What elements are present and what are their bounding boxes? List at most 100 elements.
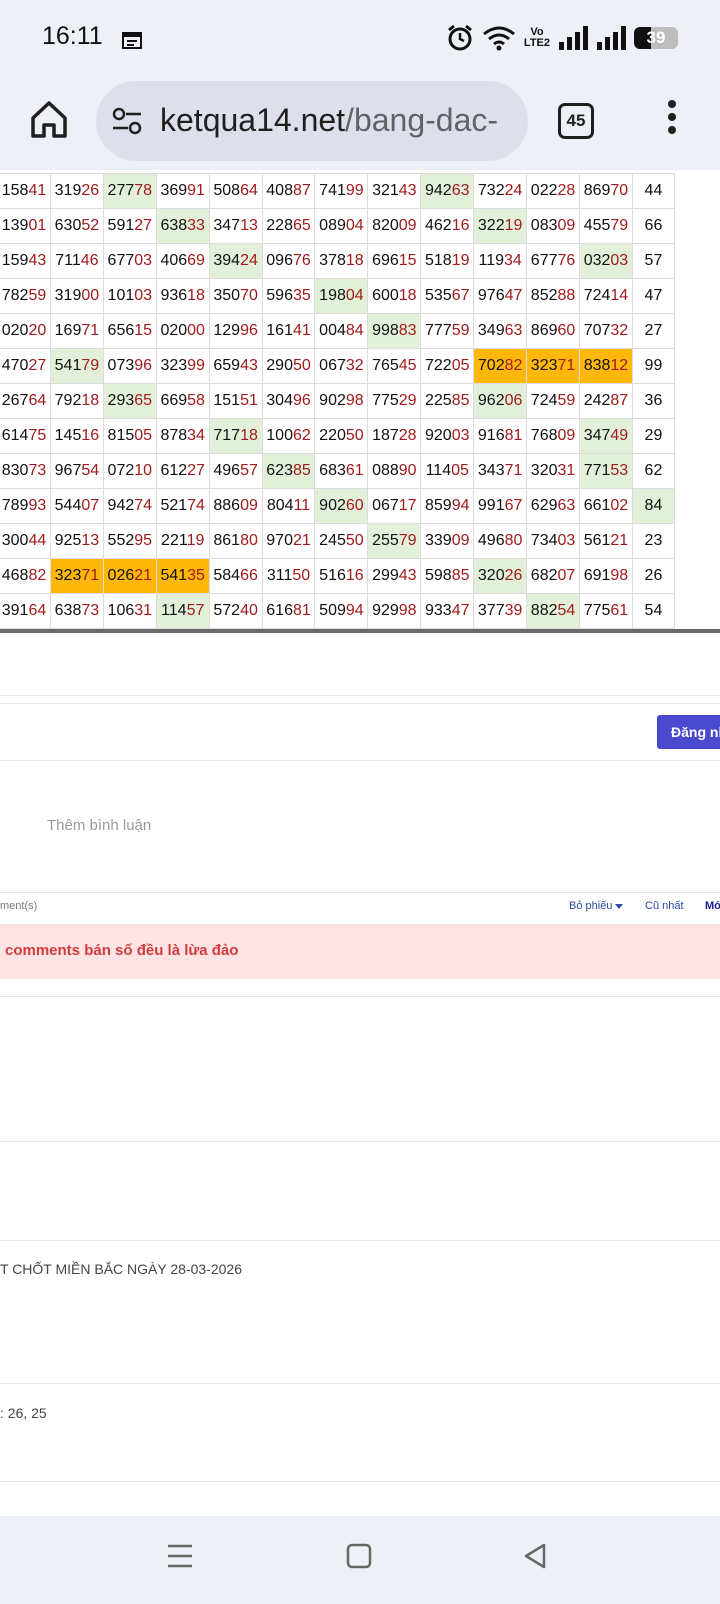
wifi-icon	[482, 26, 515, 51]
more-menu-icon[interactable]	[662, 100, 682, 140]
divider	[0, 1141, 720, 1142]
table-cell: 91681	[473, 418, 528, 454]
table-row: 1002020169716561502000129961614100484998…	[0, 313, 676, 349]
table-cell: 53567	[420, 278, 475, 314]
table-cell: 65615	[102, 313, 157, 349]
table-cell: 92998	[367, 593, 422, 629]
table-cell: 34371	[473, 453, 528, 489]
sort-newest-link[interactable]: Mớ	[705, 900, 720, 912]
table-cell: 03203	[579, 243, 633, 279]
table-cell: 37739	[473, 593, 528, 629]
table-cell: 70732	[579, 313, 633, 349]
table-cell: 86180	[208, 523, 263, 559]
table-cell: 58466	[208, 558, 263, 594]
divider	[0, 695, 720, 696]
table-cell: 72459	[526, 383, 580, 419]
table-cell: 50864	[208, 173, 263, 209]
table-cell: 36	[631, 383, 676, 419]
signal-icon-sim1	[559, 26, 588, 50]
table-cell: 67703	[102, 243, 157, 279]
table-cell: 68207	[526, 558, 580, 594]
table-cell: 50994	[314, 593, 369, 629]
table-cell: 87834	[155, 418, 210, 454]
login-button[interactable]: Đăng nh	[657, 715, 720, 749]
table-cell: 63833	[155, 208, 210, 244]
table-cell: 99883	[367, 313, 422, 349]
table-row: 1846882323710262154135584663115051616299…	[0, 558, 676, 594]
table-cell: 90298	[314, 383, 369, 419]
sort-votes-dropdown[interactable]: Bỏ phiếu	[569, 900, 624, 912]
signal-icon-sim2	[597, 26, 626, 50]
table-cell: 32219	[473, 208, 528, 244]
recent-apps-icon[interactable]	[166, 1542, 194, 1570]
table-cell: 84	[631, 488, 676, 524]
table-cell: 66102	[579, 488, 633, 524]
table-cell: 61227	[155, 453, 210, 489]
comment-sort-bar: ment(s) Bỏ phiếu Cũ nhất Mớ	[0, 896, 720, 920]
table-cell: 63873	[49, 593, 104, 629]
table-cell: 32371	[49, 558, 104, 594]
table-cell: 69198	[579, 558, 633, 594]
comment-input[interactable]: Thêm bình luận	[47, 817, 151, 834]
table-cell: 11405	[420, 453, 475, 489]
url-text[interactable]: ketqua14.net/bang-dac-	[160, 100, 520, 140]
table-cell: 68361	[314, 453, 369, 489]
table-cell: 31150	[261, 558, 316, 594]
table-cell: 65943	[208, 348, 263, 384]
table-cell: 59635	[261, 278, 316, 314]
table-cell: 51616	[314, 558, 369, 594]
table-cell: 47027	[0, 348, 51, 384]
back-icon[interactable]	[522, 1542, 548, 1570]
alarm-icon	[447, 24, 472, 51]
table-row: 1139164638731063111457572406168150994929…	[0, 593, 676, 629]
table-cell: 82009	[367, 208, 422, 244]
table-cell: 74199	[314, 173, 369, 209]
table-cell: 45579	[579, 208, 633, 244]
battery-icon: 39	[634, 27, 678, 49]
url-path: /bang-dac-	[345, 102, 499, 138]
home-nav-icon[interactable]	[346, 1542, 372, 1570]
table-cell: 24287	[579, 383, 633, 419]
table-cell: 32143	[367, 173, 422, 209]
table-cell: 62963	[526, 488, 580, 524]
table-row: 1313901630525912763833347132286508904820…	[0, 208, 676, 244]
table-cell: 62385	[261, 453, 316, 489]
caret-down-icon	[615, 903, 624, 909]
table-cell: 25579	[367, 523, 422, 559]
table-cell: 83073	[0, 453, 51, 489]
home-icon[interactable]	[28, 98, 70, 140]
table-cell: 60018	[367, 278, 422, 314]
table-cell: 54135	[155, 558, 210, 594]
tab-switcher-button[interactable]: 45	[558, 103, 594, 139]
site-settings-icon[interactable]	[112, 107, 142, 135]
sort-oldest-link[interactable]: Cũ nhất	[645, 900, 684, 912]
table-cell: 18728	[367, 418, 422, 454]
table-cell: 31926	[49, 173, 104, 209]
table-cell: 47	[631, 278, 676, 314]
table-cell: 71718	[208, 418, 263, 454]
table-cell: 83812	[579, 348, 633, 384]
sort-votes-label: Bỏ phiếu	[569, 900, 613, 912]
table-cell: 85994	[420, 488, 475, 524]
results-table: 1515841319262777836991508644088774199321…	[0, 173, 676, 629]
status-icons: Vo LTE2 39	[446, 24, 678, 52]
table-cell: 72205	[420, 348, 475, 384]
table-cell: 61681	[261, 593, 316, 629]
table-cell: 06732	[314, 348, 369, 384]
table-cell: 02000	[155, 313, 210, 349]
table-cell: 52174	[155, 488, 210, 524]
table-cell: 49680	[473, 523, 528, 559]
table-cell: 10631	[102, 593, 157, 629]
table-cell: 88609	[208, 488, 263, 524]
table-cell: 32399	[155, 348, 210, 384]
browser-toolbar: ketqua14.net/bang-dac- 45	[0, 80, 720, 170]
table-cell: 77529	[367, 383, 422, 419]
address-bar[interactable]: ketqua14.net/bang-dac-	[96, 81, 528, 161]
table-cell: 15841	[0, 173, 51, 209]
table-cell: 22865	[261, 208, 316, 244]
table-cell: 08904	[314, 208, 369, 244]
table-cell: 19804	[314, 278, 369, 314]
table-cell: 46882	[0, 558, 51, 594]
table-cell: 39424	[208, 243, 263, 279]
table-cell: 13901	[0, 208, 51, 244]
